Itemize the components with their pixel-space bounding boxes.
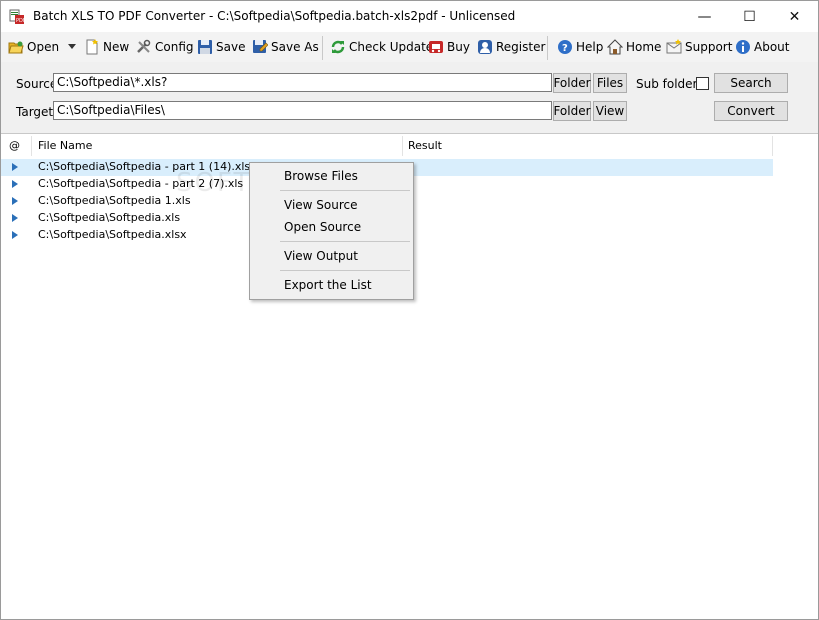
menu-item-view-source[interactable]: View Source	[284, 198, 358, 212]
search-button[interactable]: Search	[714, 73, 788, 93]
about-button[interactable]: About	[735, 36, 789, 58]
context-menu: Browse Files View Source Open Source Vie…	[249, 162, 414, 300]
refresh-icon	[331, 40, 345, 54]
new-button[interactable]: New	[84, 36, 129, 58]
support-icon	[666, 39, 682, 54]
subfolders-label: Sub folders	[636, 77, 704, 91]
row-arrow-icon	[12, 197, 18, 205]
file-name-cell: C:\Softpedia\Softpedia.xlsx	[38, 228, 187, 241]
source-label: Source	[16, 77, 58, 91]
help-label: Help	[576, 40, 604, 54]
app-icon: PDF	[9, 9, 25, 24]
config-label: Config	[155, 40, 194, 54]
toolbar-separator	[547, 36, 548, 60]
buy-button[interactable]: Buy	[428, 36, 470, 58]
support-button[interactable]: Support	[666, 36, 732, 58]
source-field[interactable]: C:\Softpedia\*.xls?	[53, 73, 552, 92]
input-panel: Source C:\Softpedia\*.xls? Folder Files …	[1, 62, 818, 134]
config-button[interactable]: Config	[136, 36, 194, 58]
open-label: Open	[27, 40, 60, 54]
row-arrow-icon	[12, 231, 18, 239]
save-as-icon	[253, 40, 268, 53]
row-arrow-icon	[12, 180, 18, 188]
save-button[interactable]: Save	[197, 36, 245, 58]
open-button[interactable]: Open	[8, 36, 59, 58]
save-as-label: Save As	[271, 40, 319, 54]
register-label: Register	[496, 40, 546, 54]
help-icon: ?	[558, 40, 572, 54]
svg-text:PDF: PDF	[16, 18, 25, 24]
about-label: About	[754, 40, 790, 54]
check-update-button[interactable]: Check Update	[330, 36, 433, 58]
subfolders-checkbox[interactable]	[696, 77, 709, 90]
home-label: Home	[626, 40, 662, 54]
toolbar: Open New Config Save Save As Check Updat…	[1, 32, 818, 62]
convert-button[interactable]: Convert	[714, 101, 788, 121]
maximize-button[interactable]: ☐	[727, 1, 772, 32]
minimize-button[interactable]: —	[682, 1, 727, 32]
save-as-button[interactable]: Save As	[252, 36, 319, 58]
support-label: Support	[685, 40, 733, 54]
file-name-cell: C:\Softpedia\Softpedia - part 2 (7).xls	[38, 177, 244, 190]
column-header-at[interactable]: @	[4, 136, 32, 156]
file-name-cell: C:\Softpedia\Softpedia.xls	[38, 211, 181, 224]
file-name-cell: C:\Softpedia\Softpedia - part 1 (14).xls	[38, 160, 251, 173]
user-icon	[478, 40, 492, 54]
row-arrow-icon	[12, 214, 18, 222]
home-icon	[607, 39, 623, 55]
target-label: Target	[16, 105, 54, 119]
new-label: New	[103, 40, 130, 54]
home-button[interactable]: Home	[607, 36, 661, 58]
source-folder-button[interactable]: Folder	[553, 73, 591, 93]
title-bar: PDF Batch XLS TO PDF Converter - C:\Soft…	[1, 1, 818, 32]
target-field[interactable]: C:\Softpedia\Files\	[53, 101, 552, 120]
menu-separator	[280, 241, 410, 242]
menu-item-view-output[interactable]: View Output	[284, 249, 358, 263]
menu-item-export-list[interactable]: Export the List	[284, 278, 372, 292]
menu-item-browse-files[interactable]: Browse Files	[284, 169, 358, 183]
close-button[interactable]: ✕	[772, 1, 817, 32]
menu-separator	[280, 270, 410, 271]
target-folder-button[interactable]: Folder	[553, 101, 591, 121]
check-update-label: Check Update	[349, 40, 434, 54]
open-dropdown-arrow[interactable]	[68, 44, 76, 49]
register-button[interactable]: Register	[477, 36, 545, 58]
menu-separator	[280, 190, 410, 191]
buy-label: Buy	[447, 40, 470, 54]
source-files-button[interactable]: Files	[593, 73, 627, 93]
cart-icon	[429, 41, 443, 53]
tools-icon	[137, 39, 151, 53]
app-window: PDF Batch XLS TO PDF Converter - C:\Soft…	[0, 0, 819, 620]
window-title: Batch XLS TO PDF Converter - C:\Softpedi…	[33, 9, 516, 23]
column-header-result[interactable]: Result	[403, 136, 773, 156]
target-view-button[interactable]: View	[593, 101, 627, 121]
help-button[interactable]: ? Help	[557, 36, 603, 58]
folder-open-icon	[8, 41, 24, 54]
svg-text:?: ?	[562, 43, 568, 54]
file-name-cell: C:\Softpedia\Softpedia 1.xls	[38, 194, 191, 207]
info-icon	[736, 40, 750, 54]
new-document-icon	[86, 39, 98, 55]
save-icon	[198, 40, 212, 54]
column-header-file-name[interactable]: File Name	[33, 136, 403, 156]
save-label: Save	[216, 40, 246, 54]
toolbar-separator	[322, 36, 323, 60]
row-arrow-icon	[12, 163, 18, 171]
menu-item-open-source[interactable]: Open Source	[284, 220, 361, 234]
